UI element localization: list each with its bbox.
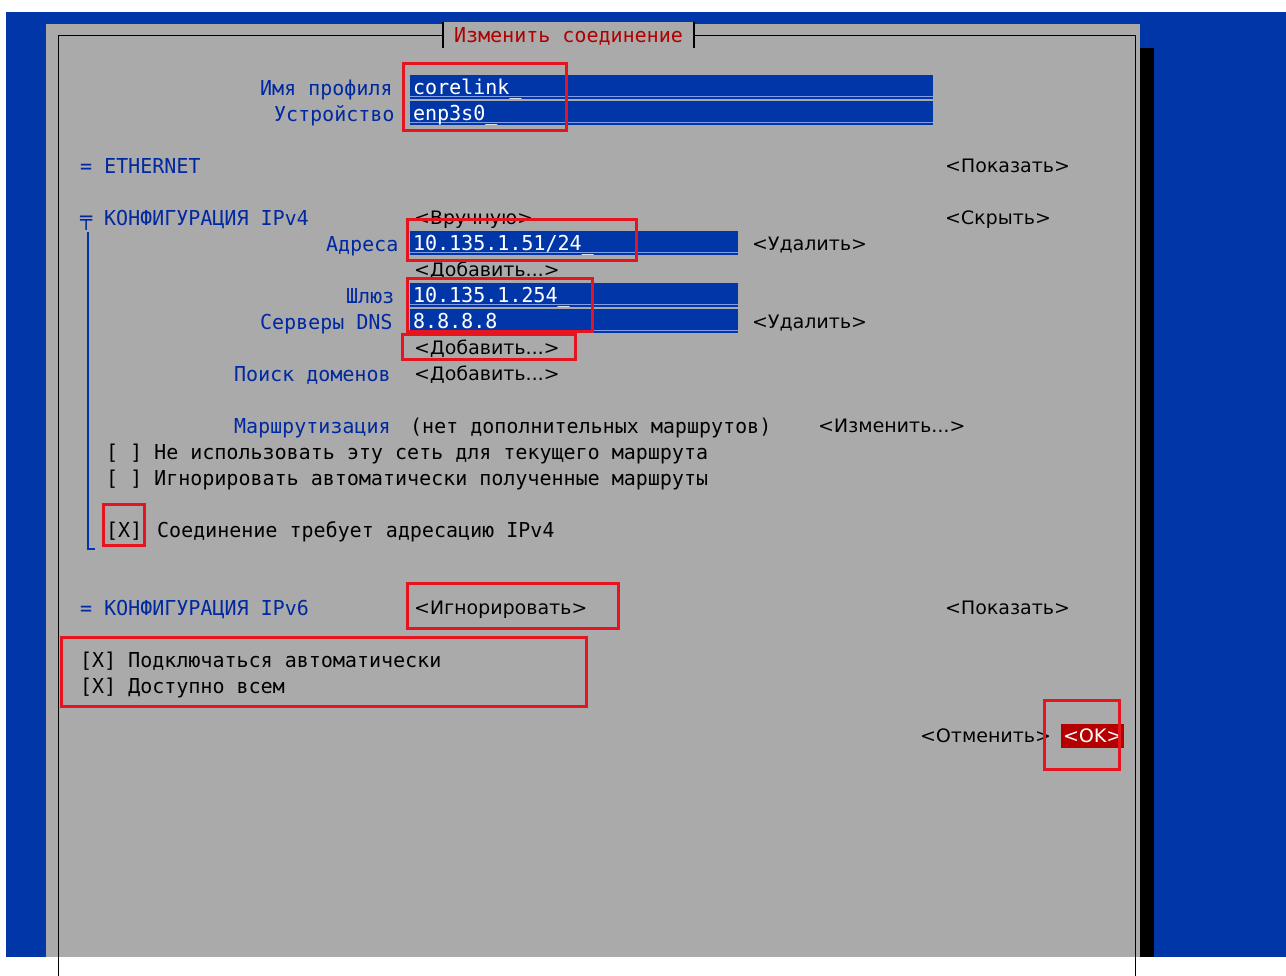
profile-name-input[interactable]: corelink_ (410, 75, 933, 99)
device-input[interactable]: enp3s0_ (410, 101, 933, 125)
device-label: Устройство (274, 102, 395, 126)
profile-name-label: Имя профиля (260, 76, 393, 100)
ignore-routes-checkbox[interactable]: [ ] Игнорировать автоматически полученны… (106, 465, 708, 491)
search-domains-label: Поиск доменов (234, 362, 391, 386)
cancel-button[interactable]: <Отменить> (920, 723, 1051, 749)
ipv4-address-input[interactable]: 10.135.1.51/24_ (410, 231, 738, 255)
gateway-label: Шлюз (346, 284, 395, 308)
dns-servers-label: Серверы DNS (260, 310, 393, 334)
highlight-options-box (60, 636, 588, 708)
ipv6-show-button[interactable]: <Показать> (945, 595, 1070, 621)
dialog-shadow (1140, 48, 1154, 957)
ipv4-section-label: КОНФИГУРАЦИЯ IPv4 (104, 206, 309, 230)
highlight-require-checkbox-box (102, 503, 146, 547)
ipv6-section-label: = КОНФИГУРАЦИЯ IPv6 (80, 596, 309, 620)
ipv4-bracket-end (87, 548, 95, 550)
ethernet-section-label: = ETHERNET (80, 154, 201, 178)
highlight-dns-add-box (401, 333, 577, 361)
dialog-title: Изменить соединение (442, 22, 695, 48)
ipv4-hide-button[interactable]: <Скрыть> (945, 205, 1051, 231)
require-ipv4-label: Соединение требует адресацию IPv4 (157, 518, 555, 542)
search-domains-add-button[interactable]: <Добавить...> (414, 361, 560, 387)
ethernet-show-button[interactable]: <Показать> (945, 153, 1070, 179)
ipv4-section-bracket (87, 232, 89, 548)
address-remove-button[interactable]: <Удалить> (752, 231, 867, 257)
never-default-checkbox[interactable]: [ ] Не использовать эту сеть для текущег… (106, 439, 708, 465)
ipv4-section-marker: ╤ (80, 206, 93, 230)
highlight-ipv6-method-box (406, 582, 620, 630)
routing-status: (нет дополнительных маршрутов) (410, 414, 772, 438)
routing-label: Маршрутизация (234, 414, 391, 438)
highlight-ok-box (1043, 699, 1121, 771)
addresses-label: Адреса (326, 232, 399, 256)
routing-edit-button[interactable]: <Изменить...> (818, 413, 965, 439)
dns-remove-button[interactable]: <Удалить> (752, 309, 867, 335)
